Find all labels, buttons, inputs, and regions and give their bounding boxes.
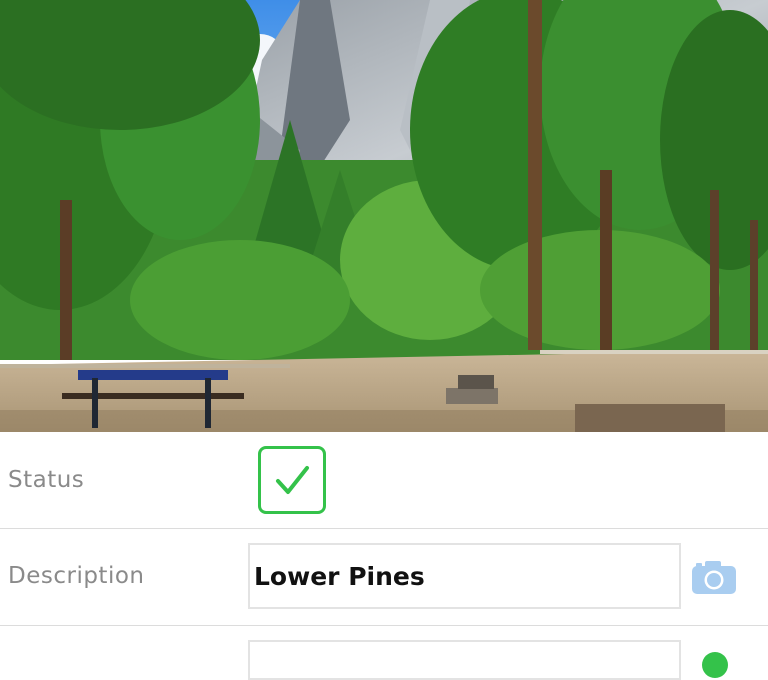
description-value: Lower Pines	[254, 561, 425, 591]
description-field[interactable]: Lower Pines	[248, 543, 681, 609]
description-label: Description	[8, 563, 145, 589]
status-label: Status	[8, 467, 85, 493]
third-row	[0, 626, 768, 680]
status-indicator-icon[interactable]	[702, 652, 728, 678]
campsite-form: Status Description Lower Pines	[0, 432, 768, 680]
camera-button[interactable]	[691, 559, 737, 595]
campground-photo	[0, 0, 768, 432]
third-row-field[interactable]	[248, 640, 681, 680]
status-checkbox[interactable]	[258, 446, 326, 514]
camera-icon	[692, 561, 736, 594]
description-row: Description Lower Pines	[0, 529, 768, 625]
status-row: Status	[0, 432, 768, 528]
checkmark-icon	[276, 466, 309, 494]
